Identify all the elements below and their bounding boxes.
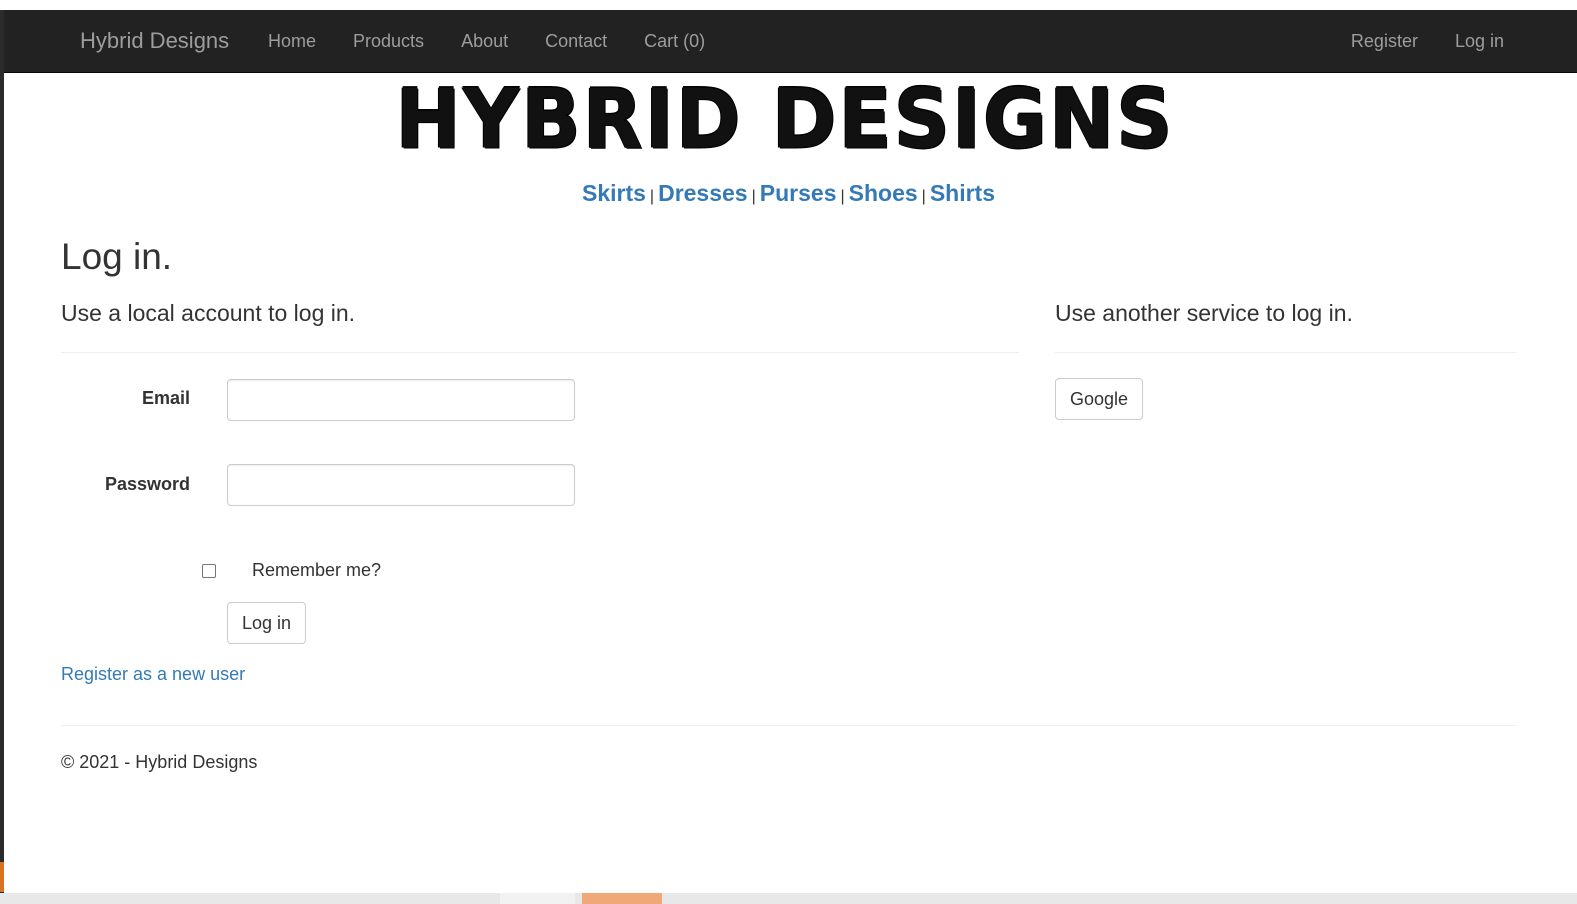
login-submit-button[interactable]: Log in	[227, 602, 306, 644]
remember-me-checkbox[interactable]	[202, 564, 216, 578]
category-separator: |	[921, 188, 926, 205]
local-login-divider	[61, 352, 1019, 353]
nav-link-products[interactable]: Products	[353, 31, 424, 52]
email-label: Email	[141, 388, 190, 408]
nav-link-about[interactable]: About	[461, 31, 508, 52]
google-login-button[interactable]: Google	[1055, 378, 1143, 420]
remember-me-label: Remember me?	[252, 560, 382, 580]
category-link-dresses[interactable]: Dresses	[658, 180, 748, 206]
register-new-user-link[interactable]: Register as a new user	[61, 664, 245, 685]
window-top-strip	[0, 0, 1577, 10]
taskbar-segment-active	[582, 893, 662, 904]
nav-link-cart[interactable]: Cart (0)	[644, 31, 705, 52]
footer-divider	[61, 725, 1516, 726]
navbar-brand[interactable]: Hybrid Designs	[80, 28, 229, 54]
site-logo: HYBRID DESIGNS	[396, 73, 1173, 168]
category-separator: |	[649, 188, 655, 205]
category-link-skirts[interactable]: Skirts	[582, 180, 646, 206]
site-logo-text: HYBRID DESIGNS	[395, 72, 1175, 168]
nav-link-contact[interactable]: Contact	[545, 31, 607, 52]
window-left-edge-accent	[0, 862, 4, 892]
local-login-heading: Use a local account to log in.	[61, 300, 356, 326]
nav-link-login[interactable]: Log in	[1455, 31, 1504, 52]
navbar-main-links: Home Products About Contact Cart (0)	[268, 31, 742, 52]
category-separator: |	[751, 188, 756, 205]
external-login-heading: Use another service to log in.	[1055, 300, 1353, 326]
email-field[interactable]	[227, 379, 575, 421]
external-login-divider	[1055, 352, 1516, 353]
category-separator: |	[840, 188, 845, 205]
password-field[interactable]	[227, 464, 575, 506]
window-bottom-strip	[0, 893, 1577, 904]
page-title: Log in.	[61, 236, 173, 277]
navbar-account-links: Register Log in	[1351, 31, 1504, 52]
category-nav: Skirts | Dresses | Purses | Shoes | Shirts	[0, 180, 1577, 207]
taskbar-segment	[500, 893, 575, 904]
nav-link-home[interactable]: Home	[268, 31, 316, 52]
top-navbar: Hybrid Designs Home Products About Conta…	[4, 10, 1577, 73]
category-link-shirts[interactable]: Shirts	[930, 180, 995, 206]
category-link-purses[interactable]: Purses	[760, 180, 837, 206]
password-label: Password	[104, 474, 190, 494]
nav-link-register[interactable]: Register	[1351, 31, 1418, 52]
footer-copyright: © 2021 - Hybrid Designs	[61, 752, 258, 772]
category-link-shoes[interactable]: Shoes	[849, 180, 918, 206]
window-left-edge	[0, 10, 4, 894]
